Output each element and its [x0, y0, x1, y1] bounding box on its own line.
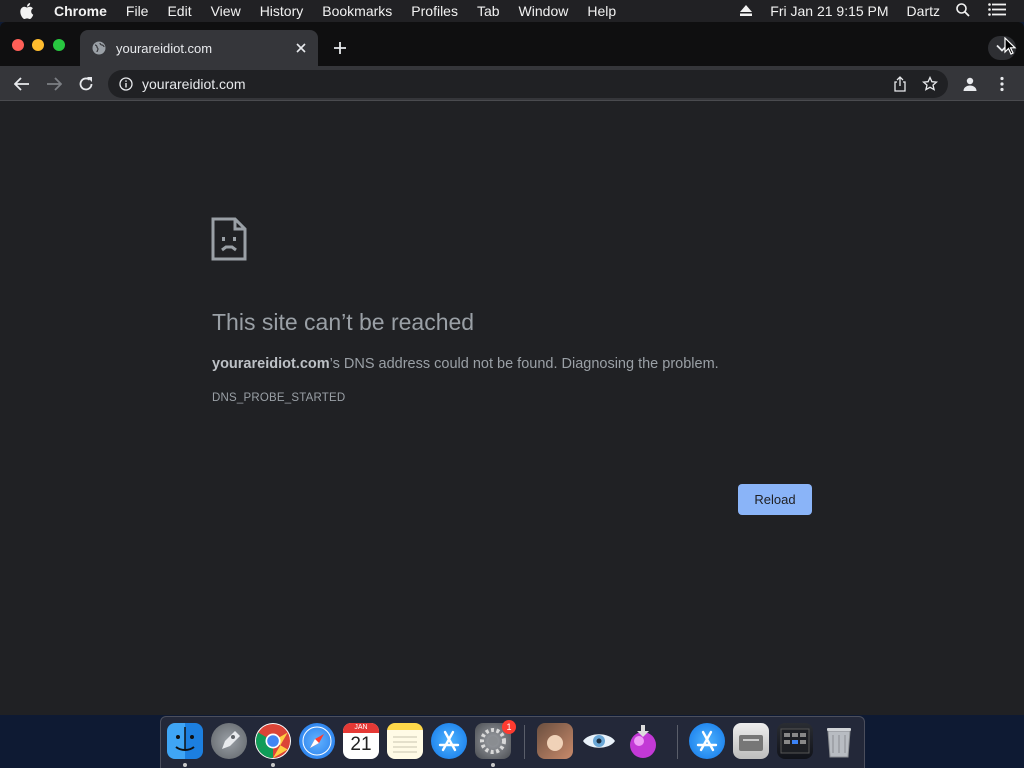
menu-bookmarks[interactable]: Bookmarks	[322, 3, 392, 19]
window-close-button[interactable]	[12, 39, 24, 51]
reload-icon[interactable]	[74, 72, 98, 96]
notes-icon[interactable]	[387, 723, 423, 759]
menu-view[interactable]: View	[211, 3, 241, 19]
notification-center-icon[interactable]	[988, 3, 1006, 19]
preview-eye-icon[interactable]	[581, 723, 617, 759]
screenshot-stack-icon[interactable]	[777, 723, 813, 759]
share-icon[interactable]	[888, 72, 912, 96]
mouse-cursor-icon	[1004, 36, 1018, 55]
tab-close-icon[interactable]	[293, 40, 309, 56]
menu-file[interactable]: File	[126, 3, 149, 19]
trash-icon[interactable]	[821, 723, 857, 759]
disk-utility-icon[interactable]	[733, 723, 769, 759]
menu-help[interactable]: Help	[587, 3, 616, 19]
profile-avatar-icon[interactable]	[958, 72, 982, 96]
menu-bar: Chrome File Edit View History Bookmarks …	[0, 0, 1024, 22]
tab-title: yourareidiot.com	[116, 40, 213, 56]
menubar-clock[interactable]: Fri Jan 21 9:15 PM	[770, 3, 888, 19]
system-preferences-icon[interactable]: 1	[475, 720, 516, 759]
safari-icon[interactable]	[299, 723, 335, 759]
back-button[interactable]	[10, 72, 34, 96]
calendar-month: JAN	[343, 723, 379, 733]
error-code: DNS_PROBE_STARTED	[212, 392, 346, 404]
finder-running-indicator	[183, 763, 187, 767]
spotlight-search-icon[interactable]	[956, 2, 970, 20]
error-message: ’s DNS address could not be found. Diagn…	[329, 356, 719, 372]
bookmark-star-icon[interactable]	[918, 72, 942, 96]
settings-badge: 1	[502, 720, 516, 734]
menu-kebab-icon[interactable]	[990, 72, 1014, 96]
app-store-icon[interactable]	[431, 723, 467, 759]
finder-icon[interactable]	[167, 723, 203, 759]
app-store-downloads-icon[interactable]	[689, 723, 725, 759]
sad-document-icon	[211, 217, 247, 261]
address-bar-url[interactable]: yourareidiot.com	[142, 76, 246, 92]
menu-app-chrome[interactable]: Chrome	[54, 3, 107, 19]
forward-button[interactable]	[42, 72, 66, 96]
chrome-running-indicator	[271, 763, 275, 767]
menu-edit[interactable]: Edit	[167, 3, 191, 19]
apple-icon[interactable]	[20, 0, 40, 22]
menu-history[interactable]: History	[260, 3, 304, 19]
calendar-icon[interactable]: JAN 21	[343, 723, 379, 759]
browser-toolbar: yourareidiot.com	[0, 66, 1024, 101]
error-title: This site can’t be reached	[212, 309, 475, 335]
tab-active[interactable]: yourareidiot.com	[80, 30, 318, 66]
error-domain: yourareidiot.com	[212, 356, 330, 372]
page-content: This site can’t be reached yourareidiot.…	[0, 102, 1024, 715]
menubar-user[interactable]: Dartz	[907, 3, 940, 19]
site-info-icon[interactable]	[118, 76, 134, 92]
reload-button[interactable]: Reload	[738, 484, 812, 515]
menu-profiles[interactable]: Profiles	[411, 3, 458, 19]
eject-icon[interactable]	[740, 3, 753, 19]
error-description: yourareidiot.com’s DNS address could not…	[212, 356, 719, 372]
address-bar[interactable]: yourareidiot.com	[108, 70, 948, 98]
browser-window: yourareidiot.com yourareidiot.com This s…	[0, 22, 1024, 715]
dock: JAN 21 1	[160, 716, 865, 768]
launchpad-icon[interactable]	[211, 723, 247, 759]
tab-strip: yourareidiot.com	[0, 22, 1024, 66]
window-maximize-button[interactable]	[53, 39, 65, 51]
photo-app-icon[interactable]	[537, 723, 573, 759]
calendar-day: 21	[350, 734, 372, 755]
menu-tab[interactable]: Tab	[477, 3, 500, 19]
pink-orb-app-icon[interactable]	[625, 723, 661, 759]
window-minimize-button[interactable]	[32, 39, 44, 51]
dock-separator-2	[677, 725, 678, 759]
new-tab-button[interactable]	[330, 38, 350, 58]
menu-window[interactable]: Window	[519, 3, 569, 19]
dock-separator	[524, 725, 525, 759]
chrome-icon[interactable]	[255, 723, 291, 759]
system-preferences-running-indicator	[491, 763, 495, 767]
globe-icon	[91, 40, 107, 56]
